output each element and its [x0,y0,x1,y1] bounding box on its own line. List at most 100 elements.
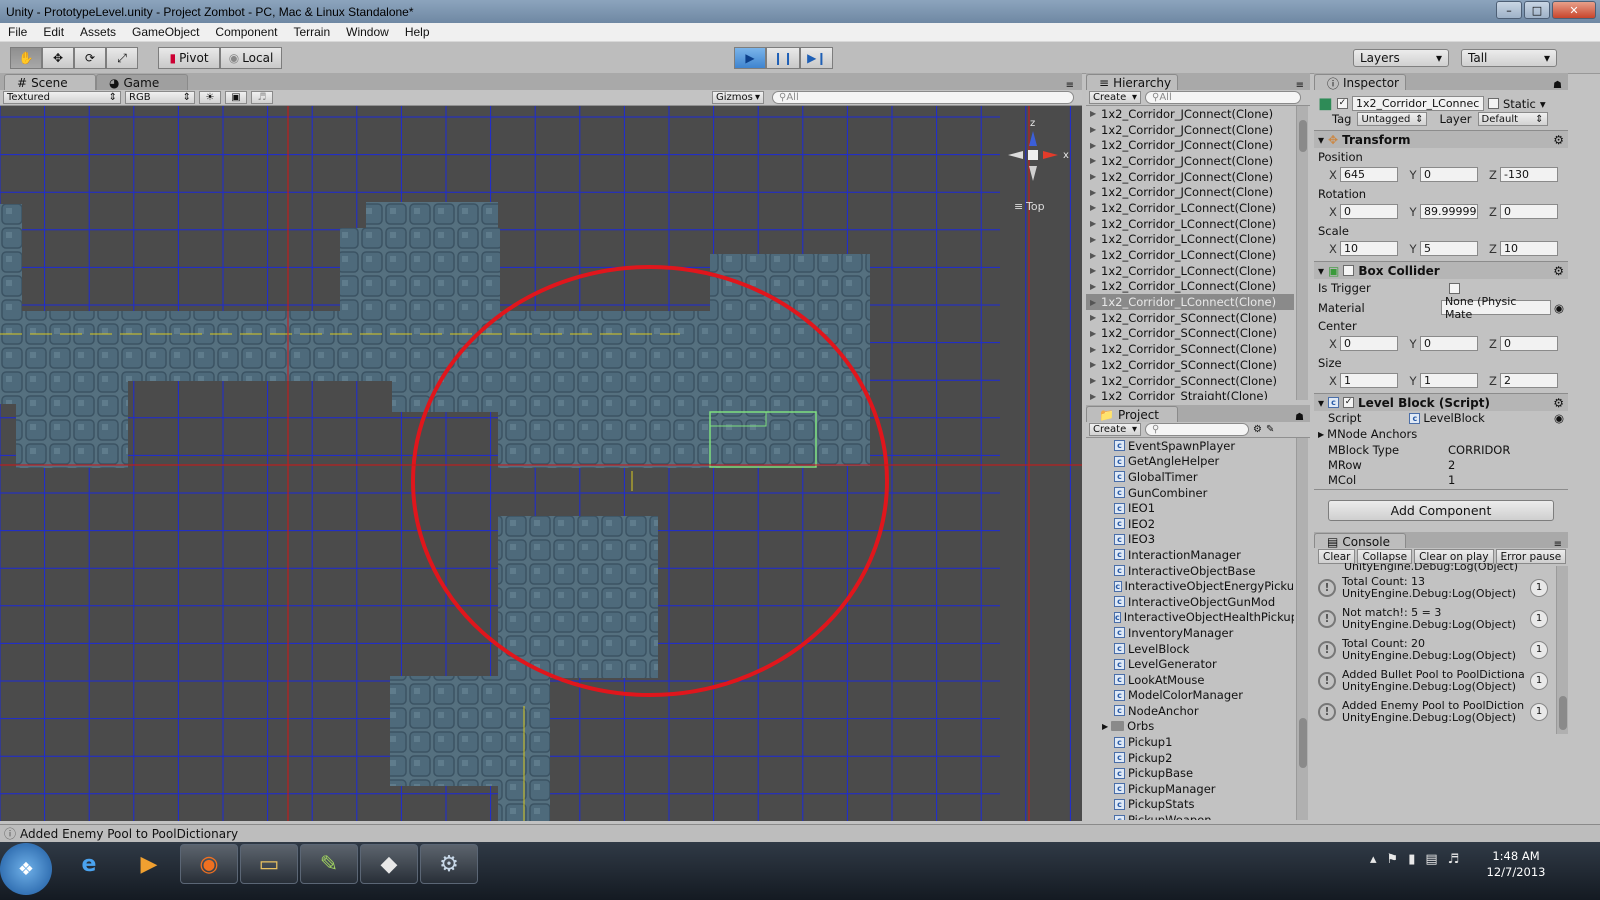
taskbar-firefox[interactable]: ◉ [180,844,238,884]
move-tool-button[interactable]: ✥ [42,47,74,69]
taskbar-unity[interactable]: ◆ [360,844,418,884]
project-item[interactable]: c InteractionManager [1086,547,1294,563]
project-scrollbar[interactable] [1296,438,1308,820]
transform-header[interactable]: ▾ ✥ Transform ⚙ [1314,130,1568,148]
hierarchy-item[interactable]: ▶ 1x2_Corridor_LConnect(Clone) [1086,216,1294,232]
project-search-input[interactable]: ⚲ [1145,423,1249,436]
mrow-value[interactable]: 2 [1448,458,1455,472]
close-button[interactable]: ✕ [1552,1,1596,19]
hierarchy-item[interactable]: ▶ 1x2_Corridor_LConnect(Clone) [1086,200,1294,216]
expand-arrow-icon[interactable]: ▶ [1090,203,1098,212]
scene-canvas[interactable]: z x Top ≡ [0,106,1082,821]
expand-arrow-icon[interactable]: ▶ [1090,345,1098,354]
object-name-field[interactable]: 1x2_Corridor_LConnec [1351,96,1484,111]
project-item[interactable]: c GlobalTimer [1086,469,1294,485]
layout-dropdown[interactable]: Tall ▾ [1461,49,1557,67]
status-bar[interactable]: ⓘ Added Enemy Pool to PoolDictionary [0,824,1600,842]
taskbar-tool[interactable]: ⚙ [420,844,478,884]
scene-search-input[interactable]: ⚲ All [772,91,1074,104]
step-button[interactable]: ▶❙ [800,47,834,69]
tab-inspector[interactable]: ⓘ Inspector [1314,74,1406,91]
image-effects-toggle[interactable]: ▣ [225,91,247,104]
project-item[interactable]: c IEO1 [1086,500,1294,516]
taskbar-ie[interactable]: e [60,844,118,884]
expand-arrow-icon[interactable]: ▶ [1090,251,1098,260]
project-item[interactable]: c InteractiveObjectGunMod [1086,594,1294,610]
size-z-field[interactable]: 2 [1500,373,1558,388]
color-mode-dropdown[interactable]: RGB ⇕ [125,91,195,104]
menu-file[interactable]: File [0,25,35,39]
hierarchy-search-input[interactable]: ⚲ All [1145,91,1301,104]
center-z-field[interactable]: 0 [1500,336,1558,351]
position-x-field[interactable]: 645 [1340,167,1398,182]
console-log-entry[interactable]: ! Added Enemy Pool to PoolDiction UnityEng… [1314,697,1554,728]
hierarchy-create-dropdown[interactable]: Create ▾ [1089,91,1141,104]
taskbar-notepad[interactable]: ✎ [300,844,358,884]
menu-assets[interactable]: Assets [72,25,124,39]
window-title-bar[interactable]: Unity - PrototypeLevel.unity - Project Z… [0,0,1600,23]
expand-arrow-icon[interactable]: ▶ [1090,109,1098,118]
project-item[interactable]: c NodeAnchor [1086,703,1294,719]
audio-toggle[interactable]: ♬ [251,91,273,104]
tab-project[interactable]: 📁 Project [1086,406,1178,423]
expand-arrow-icon[interactable]: ▶ [1090,266,1098,275]
expand-arrow-icon[interactable]: ▶ [1090,313,1098,322]
rotate-tool-button[interactable]: ⟳ [74,47,106,69]
hierarchy-item[interactable]: ▶ 1x2_Corridor_LConnect(Clone) [1086,247,1294,263]
project-item[interactable]: c InventoryManager [1086,625,1294,641]
position-z-field[interactable]: -130 [1500,167,1558,182]
scale-y-field[interactable]: 5 [1420,241,1478,256]
menu-edit[interactable]: Edit [35,25,72,39]
size-x-field[interactable]: 1 [1340,373,1398,388]
hierarchy-item[interactable]: ▶ 1x2_Corridor_JConnect(Clone) [1086,122,1294,138]
center-y-field[interactable]: 0 [1420,336,1478,351]
project-item[interactable]: c PickupManager [1086,781,1294,797]
pivot-toggle-button[interactable]: ▮ Pivot [158,47,220,69]
expand-arrow-icon[interactable]: ▶ [1090,376,1098,385]
material-field[interactable]: None (Physic Mate [1440,295,1551,321]
project-item[interactable]: c InteractiveObjectEnergyPicku [1086,578,1294,594]
expand-arrow-icon[interactable]: ▶ [1090,219,1098,228]
show-hidden-icons-icon[interactable]: ▴ [1370,852,1377,867]
project-item[interactable]: c EventSpawnPlayer [1086,438,1294,454]
tag-dropdown[interactable]: Untagged ⇕ [1357,112,1428,126]
hierarchy-item[interactable]: ▶ 1x2_Corridor_JConnect(Clone) [1086,169,1294,185]
expand-arrow-icon[interactable]: ▶ [1090,392,1098,400]
hierarchy-item[interactable]: ▶ 1x2_Corridor_JConnect(Clone) [1086,153,1294,169]
tab-game[interactable]: ◕ Game [96,74,188,91]
hierarchy-item[interactable]: ▶ 1x2_Corridor_LConnect(Clone) [1086,294,1294,310]
taskbar-media-player[interactable]: ▶ [120,844,178,884]
expand-arrow-icon[interactable]: ▶ [1090,360,1098,369]
add-component-button[interactable]: Add Component [1328,500,1554,521]
gear-icon[interactable]: ⚙ [1553,133,1564,147]
console-collapse-button[interactable]: Collapse [1357,549,1413,564]
hierarchy-item[interactable]: ▶ 1x2_Corridor_SConnect(Clone) [1086,357,1294,373]
menu-help[interactable]: Help [397,25,438,39]
lighting-toggle[interactable]: ☀ [199,91,221,104]
box-collider-header[interactable]: ▾ ▣ Box Collider ⚙ [1314,261,1568,279]
console-clear-on-play-button[interactable]: Clear on play [1414,549,1494,564]
box-collider-enabled-checkbox[interactable] [1343,265,1355,276]
menu-gameobject[interactable]: GameObject [124,25,207,39]
script-value[interactable]: LevelBlock [1423,411,1484,425]
hand-tool-button[interactable]: ✋ [10,47,42,69]
console-log-entry[interactable]: ! Added Bullet Pool to PoolDictiona UnityE… [1314,666,1554,697]
orientation-gizmo[interactable]: z x Top ≡ [1008,118,1069,213]
mblock-type-value[interactable]: CORRIDOR [1448,443,1510,457]
project-item[interactable]: c LevelBlock [1086,641,1294,657]
gizmos-dropdown[interactable]: Gizmos ▾ [712,91,764,104]
rotation-z-field[interactable]: 0 [1500,204,1558,219]
rotation-x-field[interactable]: 0 [1340,204,1398,219]
start-button[interactable]: ❖ [0,843,52,895]
hierarchy-item[interactable]: ▶ 1x2_Corridor_SConnect(Clone) [1086,373,1294,389]
project-item[interactable]: cPickupWeapon [1086,812,1294,820]
filter-type-icon[interactable]: ⚙ [1253,424,1262,435]
scrollbar-thumb[interactable] [1299,120,1307,152]
project-item[interactable]: c PickupStats [1086,797,1294,813]
expand-arrow-icon[interactable]: ▶ [1102,722,1108,731]
expand-arrow-icon[interactable]: ▶ [1090,235,1098,244]
maximize-button[interactable]: □ [1524,1,1550,19]
console-error-pause-button[interactable]: Error pause [1495,549,1567,564]
expand-arrow-icon[interactable]: ▶ [1090,329,1098,338]
expand-arrow-icon[interactable]: ▶ [1090,282,1098,291]
